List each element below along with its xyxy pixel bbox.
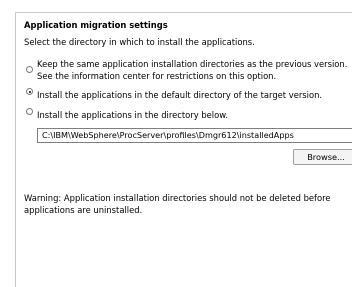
warning-text-continued: applications are uninstalled.: [24, 205, 143, 215]
option-default-directory-label[interactable]: Install the applications in the default …: [37, 90, 322, 100]
radio-custom-directory[interactable]: [26, 108, 33, 115]
browse-button[interactable]: Browse...: [293, 149, 352, 165]
migration-settings-panel: Application migration settings Select th…: [15, 12, 352, 287]
option-keep-same-label[interactable]: Keep the same application installation d…: [37, 59, 347, 69]
option-custom-directory-label[interactable]: Install the applications in the director…: [37, 110, 228, 120]
option-keep-same-note: See the information center for restricti…: [37, 71, 277, 81]
section-intro: Select the directory in which to install…: [24, 37, 255, 47]
warning-text: Warning: Application installation direct…: [24, 193, 331, 203]
section-title: Application migration settings: [24, 20, 168, 30]
radio-default-directory[interactable]: [26, 88, 33, 95]
directory-input[interactable]: C:\IBM\WebSphere\ProcServer\profiles\Dmg…: [37, 128, 352, 143]
radio-keep-same-directories[interactable]: [26, 66, 33, 73]
